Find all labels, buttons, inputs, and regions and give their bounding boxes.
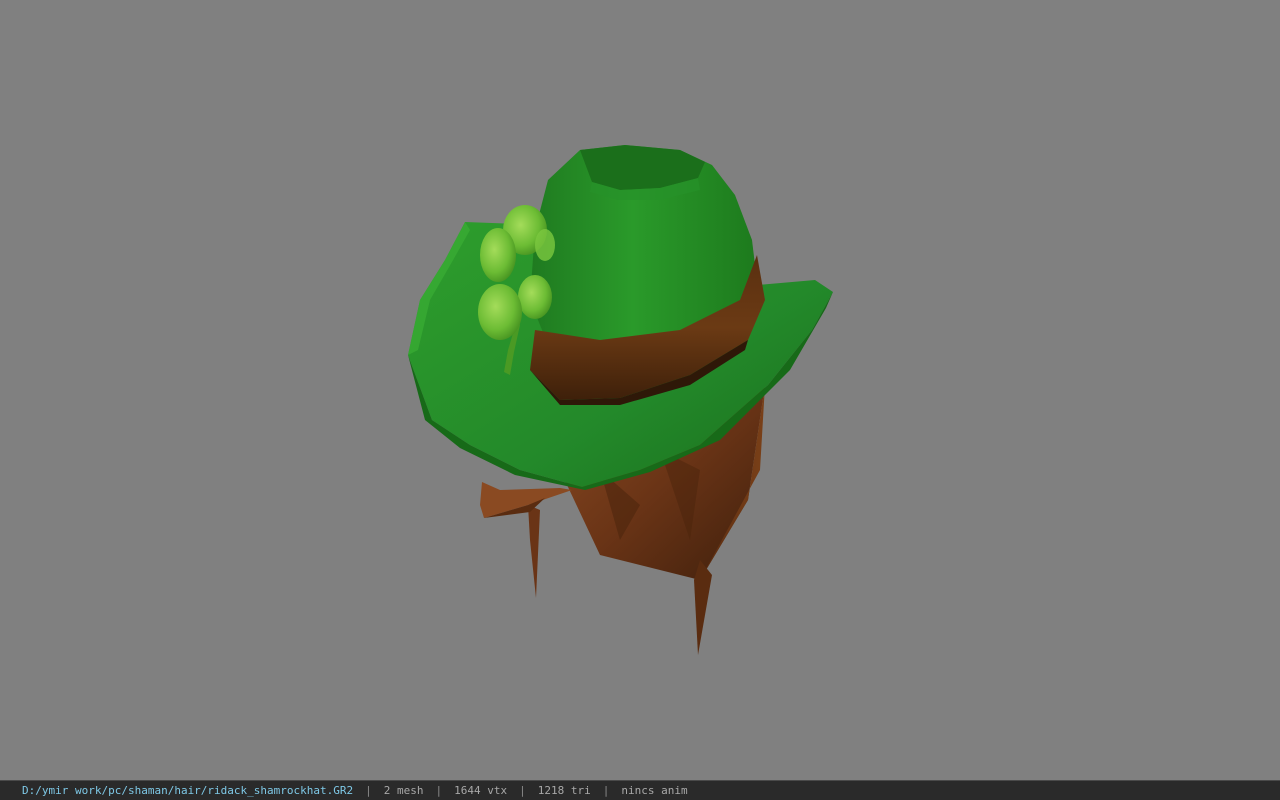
- triangle-count: 1218 tri: [537, 784, 591, 797]
- 3d-viewport[interactable]: [0, 0, 1280, 780]
- vertex-count: 1644 vtx: [454, 784, 508, 797]
- separator: |: [365, 784, 372, 797]
- model-render: [408, 145, 833, 655]
- status-bar: D:/ymir work/pc/shaman/hair/ridack_shamr…: [0, 780, 1280, 800]
- separator: |: [519, 784, 526, 797]
- mesh-count: 2 mesh: [383, 784, 424, 797]
- file-path: D:/ymir work/pc/shaman/hair/ridack_shamr…: [22, 784, 354, 797]
- separator: |: [602, 784, 610, 797]
- animation-status: nincs anim: [621, 784, 688, 797]
- separator: |: [435, 784, 443, 797]
